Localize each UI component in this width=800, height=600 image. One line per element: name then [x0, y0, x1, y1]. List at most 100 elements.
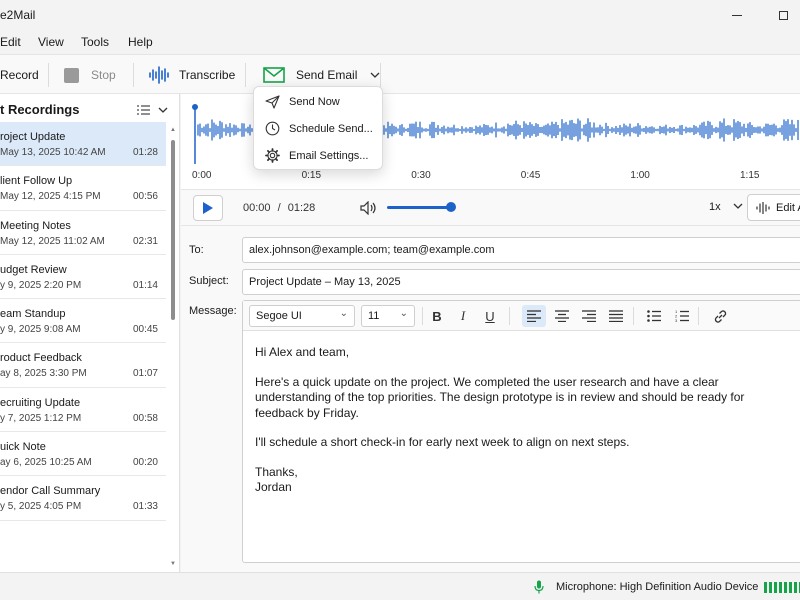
speed-select[interactable]: 1x [709, 201, 743, 213]
svg-text:3: 3 [675, 318, 678, 322]
clock-icon [264, 121, 280, 137]
microphone-icon [534, 580, 544, 594]
toolbar: Record Stop Transcribe Send Email [0, 54, 800, 94]
recordings-sidebar: t Recordings roject Update May 13, 2025 1… [0, 94, 180, 572]
to-label: To: [189, 244, 204, 256]
sidebar-scrollbar[interactable]: ▲ ▼ [168, 124, 178, 570]
font-size-select[interactable]: 11 ⌄ [361, 305, 415, 327]
stop-label: Stop [91, 68, 116, 82]
align-justify-icon[interactable] [604, 305, 628, 327]
stop-icon [64, 67, 79, 83]
list-item[interactable]: uick Note ay 6, 2025 10:25 AM 00:20 [0, 432, 166, 477]
edit-audio-label: Edit A [776, 201, 800, 214]
bullet-list-icon[interactable] [642, 305, 666, 327]
list-item[interactable]: ecruiting Update y 7, 2025 1:12 PM 00:58 [0, 388, 166, 433]
font-size-value: 11 [368, 310, 380, 322]
maximize-icon [778, 10, 788, 20]
message-body[interactable]: Hi Alex and team, Here's a quick update … [255, 345, 775, 496]
minimize-button[interactable] [714, 0, 760, 30]
toolbar-divider [133, 63, 134, 87]
font-select[interactable]: Segoe UI ⌄ [249, 305, 355, 327]
subject-field[interactable]: Project Update – May 13, 2025 [242, 269, 800, 295]
transcribe-label: Transcribe [179, 68, 236, 82]
list-item[interactable]: udget Review y 9, 2025 2:20 PM 01:14 [0, 255, 166, 300]
menu-help[interactable]: Help [128, 35, 153, 49]
stop-button[interactable]: Stop [64, 55, 116, 95]
list-item[interactable]: Meeting Notes May 12, 2025 11:02 AM 02:31 [0, 211, 166, 255]
message-label: Message: [189, 305, 237, 317]
menu-tools[interactable]: Tools [81, 35, 109, 49]
recording-date: y 5, 2025 4:05 PM [0, 501, 82, 513]
to-field[interactable]: alex.johnson@example.com; team@example.c… [242, 237, 800, 263]
menu-item-label: Send Now [289, 95, 340, 108]
recordings-list: roject Update May 13, 2025 10:42 AM 01:28 l… [0, 122, 166, 521]
level-segment [779, 582, 782, 593]
toolbar-divider [380, 63, 381, 87]
level-segment [769, 582, 772, 593]
play-button[interactable] [193, 195, 223, 221]
italic-icon[interactable]: I [451, 305, 475, 327]
menu-item-send-now[interactable]: Send Now [254, 88, 382, 115]
menu-view[interactable]: View [38, 35, 64, 49]
recording-date: y 9, 2025 2:20 PM [0, 279, 82, 291]
speaker-icon[interactable] [360, 201, 378, 215]
recording-name: eam Standup [0, 308, 66, 321]
microphone-status: Microphone: High Definition Audio Device [556, 581, 759, 593]
list-item[interactable]: roject Update May 13, 2025 10:42 AM 01:28 [0, 122, 166, 167]
body-paragraph: I'll schedule a short check-in for early… [255, 435, 630, 449]
edit-audio-button[interactable]: Edit A [747, 194, 800, 221]
align-center-icon[interactable] [550, 305, 574, 327]
volume-slider[interactable] [387, 206, 451, 209]
volume-thumb[interactable] [446, 202, 456, 212]
menu-edit[interactable]: Edit [0, 35, 21, 49]
level-segment [794, 582, 797, 593]
align-right-icon[interactable] [577, 305, 601, 327]
time-label: 1:15 [740, 170, 760, 181]
time-label: 1:00 [630, 170, 650, 181]
list-view-icon[interactable] [137, 104, 151, 116]
toolbar-divider [633, 307, 634, 325]
scroll-down-icon[interactable]: ▼ [169, 560, 177, 568]
underline-icon[interactable]: U [478, 305, 502, 327]
transcribe-button[interactable]: Transcribe [148, 55, 235, 95]
scroll-thumb[interactable] [171, 140, 175, 320]
waveform-icon [149, 66, 169, 84]
recording-date: May 13, 2025 10:42 AM [0, 147, 106, 158]
time-label: 0:15 [301, 170, 322, 181]
chevron-down-icon[interactable] [158, 106, 168, 114]
menu-item-label: Email Settings... [289, 149, 369, 162]
list-item[interactable]: lient Follow Up May 12, 2025 4:15 PM 00:56 [0, 166, 166, 211]
recording-duration: 00:20 [132, 457, 158, 469]
recording-duration: 00:56 [132, 191, 158, 203]
time-separator: / [277, 202, 281, 214]
recording-date: ay 8, 2025 3:30 PM [0, 368, 87, 380]
level-segment [784, 582, 787, 593]
sidebar-title: t Recordings [0, 102, 80, 117]
recording-name: roduct Feedback [0, 352, 82, 365]
waveform-icon [756, 201, 770, 214]
record-button[interactable]: Record [0, 55, 39, 95]
chevron-down-icon [733, 203, 743, 209]
align-left-icon[interactable] [522, 305, 546, 327]
menu-item-email-settings[interactable]: Email Settings... [254, 142, 382, 169]
chevron-down-icon: ⌄ [339, 308, 348, 319]
list-item[interactable]: eam Standup y 9, 2025 9:08 AM 00:45 [0, 299, 166, 344]
maximize-button[interactable] [760, 0, 800, 30]
level-segment [774, 582, 777, 593]
link-icon[interactable] [708, 305, 732, 327]
scroll-up-icon[interactable]: ▲ [169, 126, 177, 134]
toolbar-divider [422, 307, 423, 325]
message-editor[interactable]: Segoe UI ⌄ 11 ⌄ B I U 1 2 3 Hi Alex and … [242, 300, 800, 563]
numbered-list-icon[interactable]: 123 [670, 305, 694, 327]
bold-icon[interactable]: B [425, 305, 449, 327]
recording-duration: 01:14 [132, 279, 158, 291]
minimize-icon [732, 14, 742, 16]
recording-name: Meeting Notes [0, 219, 71, 232]
recording-duration: 00:45 [132, 324, 158, 336]
time-label: 0:00 [192, 170, 212, 181]
list-item[interactable]: endor Call Summary y 5, 2025 4:05 PM 01:33 [0, 476, 166, 521]
recording-date: ay 6, 2025 10:25 AM [0, 457, 92, 469]
menu-item-schedule-send[interactable]: Schedule Send... [254, 115, 382, 142]
window-title: e2Mail [0, 8, 36, 22]
list-item[interactable]: roduct Feedback ay 8, 2025 3:30 PM 01:07 [0, 343, 166, 388]
